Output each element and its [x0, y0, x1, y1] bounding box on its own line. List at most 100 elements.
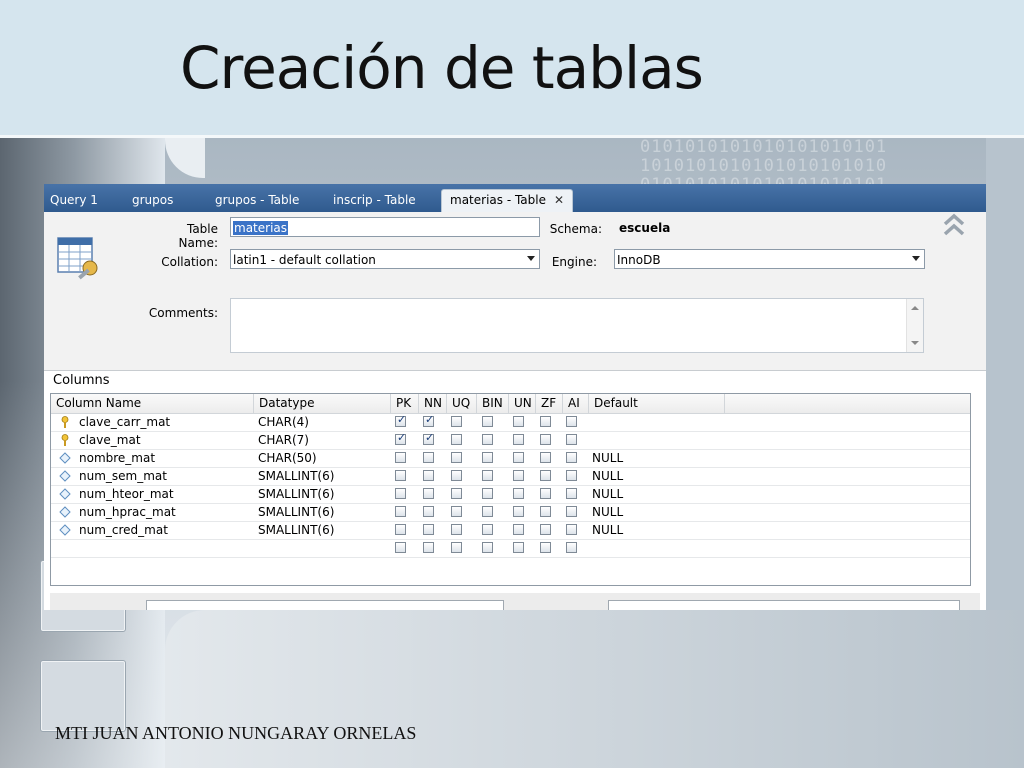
un-checkbox[interactable] [513, 416, 524, 427]
bin-checkbox[interactable] [482, 434, 493, 445]
header-column-name[interactable]: Column Name [51, 394, 254, 413]
ai-checkbox[interactable] [566, 434, 577, 445]
uq-checkbox[interactable] [451, 488, 462, 499]
tab-grupos[interactable]: grupos [128, 190, 177, 212]
column-name-cell[interactable]: num_cred_mat [79, 521, 168, 539]
table-row[interactable] [51, 539, 970, 558]
tab-query-1[interactable]: Query 1 [46, 190, 102, 212]
table-row[interactable]: num_hprac_mat SMALLINT(6) NULL [51, 503, 970, 522]
pk-checkbox[interactable] [395, 524, 406, 535]
pk-checkbox[interactable] [395, 452, 406, 463]
un-checkbox[interactable] [513, 524, 524, 535]
header-bin[interactable]: BIN [477, 394, 509, 413]
zf-checkbox[interactable] [540, 488, 551, 499]
bin-checkbox[interactable] [482, 506, 493, 517]
table-row[interactable]: num_hteor_mat SMALLINT(6) NULL [51, 485, 970, 504]
datatype-cell[interactable]: CHAR(7) [258, 431, 309, 449]
engine-select[interactable]: InnoDB [614, 249, 925, 269]
ai-checkbox[interactable] [566, 488, 577, 499]
close-icon[interactable]: ✕ [554, 193, 564, 207]
default-cell[interactable]: NULL [592, 521, 623, 539]
column-name-cell[interactable]: clave_mat [79, 431, 141, 449]
header-datatype[interactable]: Datatype [254, 394, 391, 413]
tab-inscrip-table[interactable]: inscrip - Table [329, 190, 420, 212]
pk-checkbox[interactable] [395, 542, 406, 553]
header-default[interactable]: Default [589, 394, 725, 413]
datatype-cell[interactable]: SMALLINT(6) [258, 521, 334, 539]
un-checkbox[interactable] [513, 434, 524, 445]
bin-checkbox[interactable] [482, 470, 493, 481]
comments-textarea[interactable] [230, 298, 924, 353]
nn-checkbox[interactable] [423, 542, 434, 553]
nn-checkbox[interactable] [423, 452, 434, 463]
datatype-cell[interactable]: CHAR(4) [258, 413, 309, 431]
table-row[interactable]: num_sem_mat SMALLINT(6) NULL [51, 467, 970, 486]
table-row[interactable]: clave_carr_mat CHAR(4) [51, 413, 970, 432]
comments-scrollbar[interactable] [906, 299, 923, 352]
ai-checkbox[interactable] [566, 416, 577, 427]
nn-checkbox[interactable] [423, 506, 434, 517]
uq-checkbox[interactable] [451, 452, 462, 463]
bin-checkbox[interactable] [482, 452, 493, 463]
nn-checkbox[interactable] [423, 524, 434, 535]
un-checkbox[interactable] [513, 542, 524, 553]
ai-checkbox[interactable] [566, 506, 577, 517]
pk-checkbox[interactable] [395, 413, 406, 427]
scroll-up-icon[interactable] [911, 306, 919, 310]
nn-checkbox[interactable] [423, 413, 434, 427]
ai-checkbox[interactable] [566, 524, 577, 535]
header-nn[interactable]: NN [419, 394, 447, 413]
pk-checkbox[interactable] [395, 488, 406, 499]
table-row[interactable]: clave_mat CHAR(7) [51, 431, 970, 450]
nn-checkbox[interactable] [423, 470, 434, 481]
un-checkbox[interactable] [513, 452, 524, 463]
default-cell[interactable]: NULL [592, 467, 623, 485]
default-cell[interactable]: NULL [592, 485, 623, 503]
default-cell[interactable]: NULL [592, 503, 623, 521]
table-row[interactable]: num_cred_mat SMALLINT(6) NULL [51, 521, 970, 540]
datatype-cell[interactable]: CHAR(50) [258, 449, 317, 467]
ai-checkbox[interactable] [566, 470, 577, 481]
column-name-cell[interactable]: clave_carr_mat [79, 413, 170, 431]
zf-checkbox[interactable] [540, 434, 551, 445]
collation-select[interactable]: latin1 - default collation [230, 249, 540, 269]
column-name-cell[interactable]: num_hprac_mat [79, 503, 176, 521]
bin-checkbox[interactable] [482, 524, 493, 535]
table-name-input[interactable]: materias [230, 217, 540, 237]
zf-checkbox[interactable] [540, 542, 551, 553]
datatype-cell[interactable]: SMALLINT(6) [258, 467, 334, 485]
collapse-icon[interactable] [942, 212, 966, 238]
header-zf[interactable]: ZF [536, 394, 563, 413]
pk-checkbox[interactable] [395, 470, 406, 481]
uq-checkbox[interactable] [451, 470, 462, 481]
scroll-down-icon[interactable] [911, 341, 919, 345]
bin-checkbox[interactable] [482, 488, 493, 499]
nn-checkbox[interactable] [423, 431, 434, 445]
column-name-cell[interactable]: num_sem_mat [79, 467, 167, 485]
datatype-cell[interactable]: SMALLINT(6) [258, 485, 334, 503]
uq-checkbox[interactable] [451, 524, 462, 535]
nn-checkbox[interactable] [423, 488, 434, 499]
tab-grupos-table[interactable]: grupos - Table [211, 190, 303, 212]
zf-checkbox[interactable] [540, 506, 551, 517]
ai-checkbox[interactable] [566, 542, 577, 553]
column-name-cell[interactable]: nombre_mat [79, 449, 155, 467]
zf-checkbox[interactable] [540, 452, 551, 463]
table-row[interactable]: nombre_mat CHAR(50) NULL [51, 449, 970, 468]
uq-checkbox[interactable] [451, 434, 462, 445]
un-checkbox[interactable] [513, 470, 524, 481]
uq-checkbox[interactable] [451, 416, 462, 427]
header-pk[interactable]: PK [391, 394, 419, 413]
header-ai[interactable]: AI [563, 394, 589, 413]
tab-materias-table[interactable]: materias - Table ✕ [441, 189, 574, 213]
uq-checkbox[interactable] [451, 506, 462, 517]
pk-checkbox[interactable] [395, 431, 406, 445]
column-detail-field[interactable] [146, 600, 504, 610]
zf-checkbox[interactable] [540, 524, 551, 535]
bin-checkbox[interactable] [482, 416, 493, 427]
default-cell[interactable]: NULL [592, 449, 623, 467]
datatype-cell[interactable]: SMALLINT(6) [258, 503, 334, 521]
uq-checkbox[interactable] [451, 542, 462, 553]
un-checkbox[interactable] [513, 488, 524, 499]
pk-checkbox[interactable] [395, 506, 406, 517]
